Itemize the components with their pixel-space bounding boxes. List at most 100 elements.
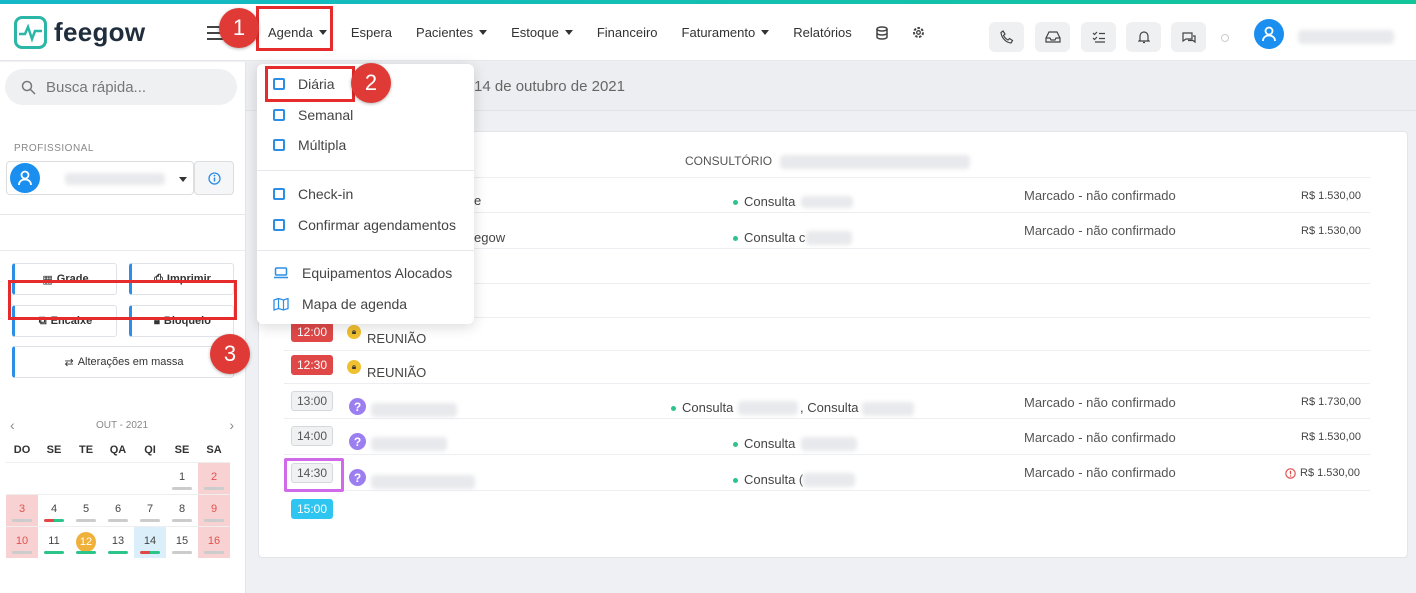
day-indicator bbox=[172, 487, 192, 490]
calendar-day[interactable]: 11 bbox=[38, 526, 70, 558]
inbox-icon[interactable] bbox=[1035, 22, 1070, 52]
question-icon: ? bbox=[349, 433, 366, 450]
calendar-day[interactable]: 1 bbox=[166, 462, 198, 494]
calendar-day[interactable]: 8 bbox=[166, 494, 198, 526]
lock-icon: 🔒︎ bbox=[347, 325, 361, 339]
main-nav: Agenda Espera Pacientes Estoque Financei… bbox=[256, 9, 937, 56]
calendar-day[interactable]: 6 bbox=[102, 494, 134, 526]
nav-pacientes[interactable]: Pacientes bbox=[404, 9, 499, 56]
top-bar: feegow Agenda Espera Pacientes Estoque F… bbox=[0, 4, 1416, 61]
status-dot-icon bbox=[733, 236, 738, 242]
divider bbox=[0, 214, 246, 215]
dow-label: SA bbox=[206, 444, 222, 456]
status-text: Marcado - não confirmado bbox=[1024, 223, 1176, 238]
menu-item-mapa[interactable]: Mapa de agenda bbox=[273, 296, 407, 312]
nav-financeiro[interactable]: Financeiro bbox=[585, 9, 670, 56]
day-number: 2 bbox=[210, 471, 218, 483]
patient-name: egow bbox=[474, 230, 506, 245]
day-indicator bbox=[44, 551, 64, 554]
service-label: Consulta ( bbox=[733, 472, 803, 487]
user-name-redacted bbox=[1298, 30, 1394, 44]
day-number: 10 bbox=[15, 535, 29, 547]
calendar-confirm-icon bbox=[273, 219, 285, 231]
highlight-box-alteracoes bbox=[8, 280, 237, 320]
chevron-left-icon[interactable]: ‹ bbox=[10, 417, 15, 433]
dow-label: QA bbox=[109, 444, 127, 456]
service-text: Consulta bbox=[744, 436, 796, 451]
database-icon[interactable] bbox=[864, 9, 900, 56]
calendar-day[interactable]: 16 bbox=[198, 526, 230, 558]
chevron-right-icon[interactable]: › bbox=[229, 417, 234, 433]
day-number: 11 bbox=[48, 535, 60, 547]
user-avatar[interactable] bbox=[1254, 19, 1284, 49]
calendar-day[interactable]: 5 bbox=[70, 494, 102, 526]
profissional-select[interactable] bbox=[6, 161, 194, 195]
swap-arrows-icon: ⇄ bbox=[64, 356, 74, 369]
search-input[interactable]: Busca rápida... bbox=[5, 69, 237, 105]
service-detail-redacted bbox=[801, 196, 853, 208]
time-slot: 13:00 bbox=[291, 391, 333, 411]
chevron-down-icon bbox=[479, 30, 488, 35]
block-label: REUNIÃO bbox=[367, 331, 427, 346]
status-text: Marcado - não confirmado bbox=[1024, 430, 1176, 445]
calendar-day[interactable]: 13 bbox=[102, 526, 134, 558]
price: R$ 1.730,00 bbox=[1301, 396, 1361, 408]
question-icon: ? bbox=[349, 398, 366, 415]
time-slot: 12:00 bbox=[291, 322, 333, 342]
block-row[interactable] bbox=[284, 351, 1370, 384]
service-label: Consulta bbox=[733, 194, 795, 209]
calendar-day[interactable]: 4 bbox=[38, 494, 70, 526]
day-number: 7 bbox=[146, 503, 154, 515]
menu-item-label: Confirmar agendamentos bbox=[298, 217, 456, 233]
calendar-day[interactable]: 3 bbox=[6, 494, 38, 526]
calendar-day[interactable]: 15 bbox=[166, 526, 198, 558]
phone-icon[interactable] bbox=[989, 22, 1024, 52]
calendar-day[interactable]: 9 bbox=[198, 494, 230, 526]
day-indicator bbox=[76, 519, 96, 522]
gear-icon[interactable] bbox=[900, 9, 937, 56]
status-dot-icon bbox=[733, 442, 738, 448]
nav-relatorios[interactable]: Relatórios bbox=[781, 9, 864, 56]
menu-item-confirmar[interactable]: Confirmar agendamentos bbox=[273, 217, 456, 233]
question-icon: ? bbox=[349, 469, 366, 486]
day-indicator bbox=[44, 519, 64, 522]
bell-icon[interactable] bbox=[1126, 22, 1161, 52]
menu-item-equipamentos[interactable]: Equipamentos Alocados bbox=[273, 265, 452, 281]
alteracoes-em-massa-button[interactable]: ⇄ Alterações em massa bbox=[12, 346, 234, 378]
brand-name: feegow bbox=[54, 17, 146, 47]
chat-icon[interactable] bbox=[1171, 22, 1206, 52]
service-label: Consulta c bbox=[733, 230, 805, 245]
menu-item-semanal[interactable]: Semanal bbox=[273, 107, 353, 123]
nav-estoque[interactable]: Estoque bbox=[499, 9, 585, 56]
price: R$ 1.530,00 bbox=[1301, 190, 1361, 202]
menu-divider bbox=[257, 170, 474, 171]
nav-pacientes-label: Pacientes bbox=[416, 25, 474, 40]
current-date: 14 de outubro de 2021 bbox=[474, 78, 625, 95]
info-button[interactable] bbox=[194, 161, 234, 195]
service-detail-redacted bbox=[862, 402, 914, 416]
divider bbox=[0, 250, 246, 251]
day-indicator bbox=[172, 519, 192, 522]
service-text: Consulta bbox=[744, 194, 796, 209]
calendar-day-today[interactable]: 12 bbox=[70, 526, 102, 558]
nav-faturamento[interactable]: Faturamento bbox=[670, 9, 782, 56]
service-detail-redacted bbox=[738, 401, 798, 415]
step-badge-3: 3 bbox=[210, 334, 250, 374]
calendar-day-selected[interactable]: 14 bbox=[134, 526, 166, 558]
time-slot[interactable]: 15:00 bbox=[291, 499, 333, 519]
menu-item-check-in[interactable]: Check-in bbox=[273, 186, 353, 202]
menu-item-multipla[interactable]: Múltipla bbox=[273, 137, 346, 153]
calendar-day[interactable]: 7 bbox=[134, 494, 166, 526]
professional-name-redacted bbox=[65, 173, 165, 185]
feegow-logo[interactable]: feegow bbox=[14, 16, 145, 49]
calendar-day[interactable]: 10 bbox=[6, 526, 38, 558]
nav-espera[interactable]: Espera bbox=[339, 9, 404, 56]
chevron-down-icon bbox=[761, 30, 770, 35]
highlight-box-agenda bbox=[256, 6, 333, 51]
checklist-icon[interactable] bbox=[1081, 22, 1116, 52]
service-text: Consulta ( bbox=[744, 472, 804, 487]
calendar-day[interactable]: 2 bbox=[198, 462, 230, 494]
day-indicator bbox=[172, 551, 192, 554]
time-slot: 12:30 bbox=[291, 355, 333, 375]
menu-item-label: Equipamentos Alocados bbox=[302, 265, 453, 281]
